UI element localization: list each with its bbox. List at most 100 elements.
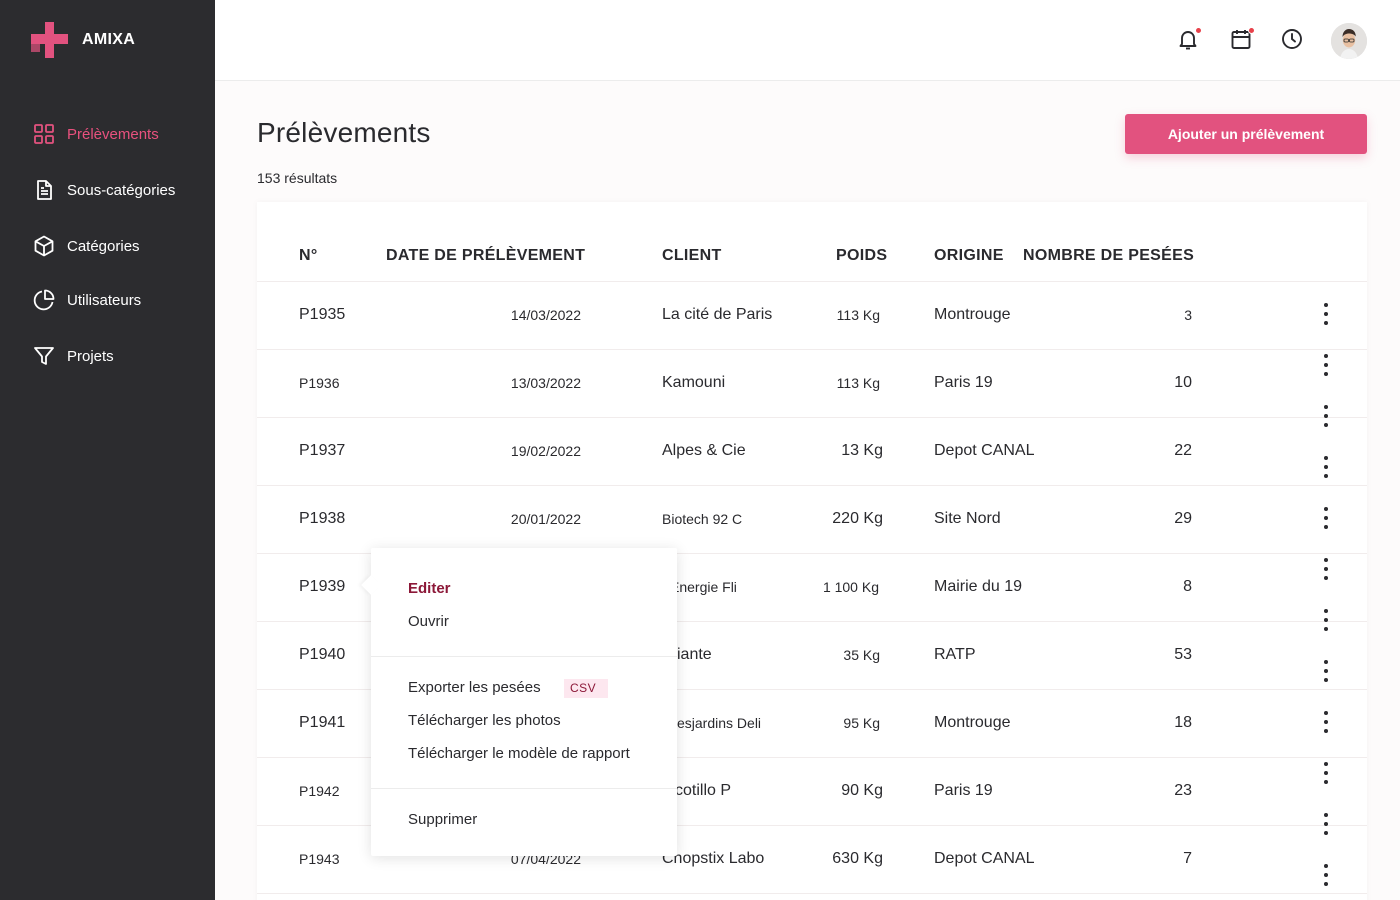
brand-name: AMIXA xyxy=(82,31,136,48)
table-row[interactable]: P1936 13/03/2022 Kamouni 113 Kg Paris 19… xyxy=(257,350,1367,418)
result-count: 153 résultats xyxy=(257,170,338,186)
dot-icon xyxy=(1324,762,1328,766)
cell-count: 29 xyxy=(1174,510,1192,527)
cell-count: 22 xyxy=(1174,442,1192,459)
cell-weight: 113 Kg xyxy=(836,307,880,323)
cell-number: P1943 xyxy=(299,851,340,867)
filter-icon xyxy=(32,344,56,368)
cell-weight: 13 Kg xyxy=(841,442,883,459)
dot-icon xyxy=(1324,474,1328,478)
dot-icon xyxy=(1324,618,1328,622)
cell-number: P1940 xyxy=(299,646,346,663)
notification-dot xyxy=(1248,27,1255,34)
cell-weight: 630 Kg xyxy=(832,850,883,867)
column-header-date[interactable]: DATE DE PRÉLÈVEMENT xyxy=(386,247,585,265)
cell-date: 19/02/2022 xyxy=(510,443,581,459)
row-actions-button[interactable] xyxy=(1320,303,1332,325)
notification-dot xyxy=(1195,27,1202,34)
dot-icon xyxy=(1324,627,1328,631)
notifications-button[interactable] xyxy=(1175,27,1202,54)
menu-item-delete[interactable]: Supprimer xyxy=(408,811,477,828)
cell-origin: Paris 19 xyxy=(934,782,993,799)
dot-icon xyxy=(1324,558,1328,562)
cell-origin: Montrouge xyxy=(934,306,1011,323)
dot-icon xyxy=(1324,414,1328,418)
topbar xyxy=(215,0,1400,81)
table-row[interactable]: P1938 20/01/2022 Biotech 92 C 220 Kg Sit… xyxy=(257,486,1367,554)
row-actions-button[interactable] xyxy=(1320,864,1332,886)
column-header-weight[interactable]: POIDS xyxy=(836,247,887,265)
csv-badge: CSV xyxy=(564,679,608,698)
dot-icon xyxy=(1324,372,1328,376)
row-actions-button[interactable] xyxy=(1320,354,1332,376)
cell-date: 14/03/2022 xyxy=(510,307,581,323)
cell-origin: Montrouge xyxy=(934,714,1011,731)
column-header-client[interactable]: CLIENT xyxy=(662,247,722,265)
cell-count: 3 xyxy=(1184,307,1192,323)
menu-item-export-weighings[interactable]: Exporter les pesées xyxy=(408,679,541,696)
row-actions-button[interactable] xyxy=(1320,405,1332,427)
sidebar-item-prelevements[interactable]: Prélèvements xyxy=(32,114,159,154)
dot-icon xyxy=(1324,813,1328,817)
table-header: N° DATE DE PRÉLÈVEMENT CLIENT POIDS ORIG… xyxy=(257,202,1367,282)
row-actions-button[interactable] xyxy=(1320,660,1332,682)
cell-client: esjardins Deli xyxy=(677,715,762,731)
row-actions-button[interactable] xyxy=(1320,507,1332,529)
dot-icon xyxy=(1324,516,1328,520)
add-prelevement-button[interactable]: Ajouter un prélèvement xyxy=(1125,114,1367,154)
menu-divider xyxy=(371,656,677,657)
dot-icon xyxy=(1324,405,1328,409)
cell-weight: 95 Kg xyxy=(843,715,880,731)
history-button[interactable] xyxy=(1279,28,1305,54)
cell-origin: RATP xyxy=(934,646,976,663)
menu-item-open[interactable]: Ouvrir xyxy=(408,613,449,630)
column-header-count[interactable]: NOMBRE DE PESÉES xyxy=(1023,247,1194,265)
calendar-button[interactable] xyxy=(1228,27,1255,54)
brand[interactable]: AMIXA xyxy=(31,22,135,58)
row-actions-button[interactable] xyxy=(1320,711,1332,733)
menu-item-download-photos[interactable]: Télécharger les photos xyxy=(408,712,561,729)
sidebar-item-label: Projets xyxy=(67,347,114,365)
dot-icon xyxy=(1324,507,1328,511)
dot-icon xyxy=(1324,669,1328,673)
dot-icon xyxy=(1324,465,1328,469)
sidebar-item-categories[interactable]: Catégories xyxy=(32,226,140,266)
menu-item-edit[interactable]: Editer xyxy=(408,580,451,597)
cell-origin: Mairie du 19 xyxy=(934,578,1023,595)
sidebar-item-utilisateurs[interactable]: Utilisateurs xyxy=(32,280,141,320)
cell-client: Alpes & Cie xyxy=(662,442,746,459)
dot-icon xyxy=(1324,864,1328,868)
dot-icon xyxy=(1324,567,1328,571)
dot-icon xyxy=(1324,321,1328,325)
menu-divider xyxy=(371,788,677,789)
cell-client: La cité de Paris xyxy=(662,306,773,323)
cell-number: P1942 xyxy=(299,783,340,799)
cell-client: Énergie Fli xyxy=(670,579,737,595)
dot-icon xyxy=(1324,660,1328,664)
sidebar-item-sous-categories[interactable]: Sous-catégories xyxy=(32,170,175,210)
dot-icon xyxy=(1324,678,1328,682)
row-actions-button[interactable] xyxy=(1320,609,1332,631)
dot-icon xyxy=(1324,363,1328,367)
sidebar: AMIXA Prélèvements Sous-catégories Catég… xyxy=(0,0,215,900)
cell-number: P1937 xyxy=(299,442,346,459)
table-row[interactable]: P1935 14/03/2022 La cité de Paris 113 Kg… xyxy=(257,282,1367,350)
row-actions-button[interactable] xyxy=(1320,456,1332,478)
cell-count: 7 xyxy=(1183,850,1192,867)
column-header-number[interactable]: N° xyxy=(299,247,318,265)
table-row[interactable]: P1937 19/02/2022 Alpes & Cie 13 Kg Depot… xyxy=(257,418,1367,486)
menu-item-download-report-template[interactable]: Télécharger le modèle de rapport xyxy=(408,745,630,762)
row-actions-button[interactable] xyxy=(1320,813,1332,835)
pie-chart-icon xyxy=(32,288,56,312)
grid-icon xyxy=(32,122,56,146)
row-actions-button[interactable] xyxy=(1320,558,1332,580)
dot-icon xyxy=(1324,780,1328,784)
cell-client: Chopstix Labo xyxy=(662,850,765,867)
cell-date: 13/03/2022 xyxy=(510,375,581,391)
cell-weight: 35 Kg xyxy=(843,647,880,663)
sidebar-item-projets[interactable]: Projets xyxy=(32,336,114,376)
row-actions-button[interactable] xyxy=(1320,762,1332,784)
sidebar-item-label: Sous-catégories xyxy=(67,181,176,199)
column-header-origin[interactable]: ORIGINE xyxy=(934,247,1004,265)
avatar[interactable] xyxy=(1331,23,1367,59)
